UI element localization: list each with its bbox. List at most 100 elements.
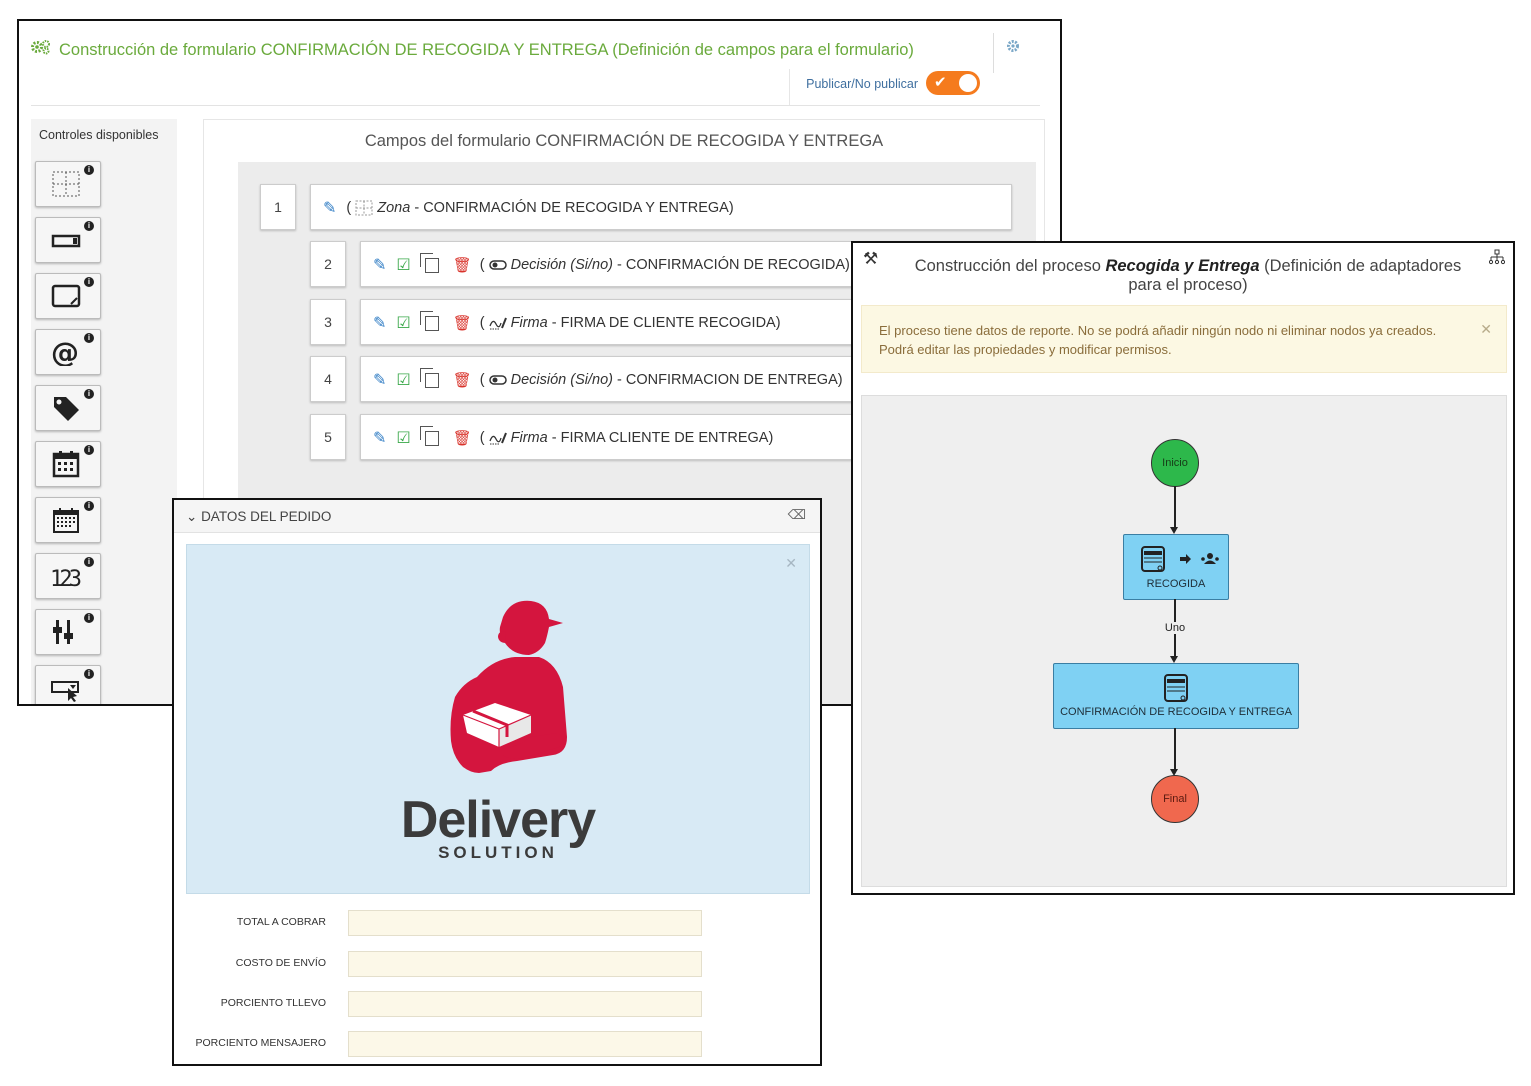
field-row[interactable]: ✎ ( Zona - CONFIRMACIÓN DE RECOGIDA Y EN… <box>310 184 1012 230</box>
close-icon[interactable]: ✕ <box>1480 320 1492 339</box>
control-textarea-button[interactable]: i <box>35 273 101 319</box>
delivery-banner-image: ✕ Delivery SOLUTION <box>186 544 810 894</box>
mobile-form-icon <box>1164 674 1188 702</box>
control-textbox-button[interactable]: i <box>35 217 101 263</box>
eraser-icon[interactable]: ⌫ <box>788 507 806 523</box>
settings-gear-icon[interactable] <box>1006 39 1020 56</box>
field-name: CONFIRMACIÓN DE RECOGIDA Y ENTREGA) <box>423 200 734 216</box>
end-node[interactable]: Final <box>1151 775 1199 823</box>
edge-label: Uno <box>1158 622 1192 634</box>
copy-icon[interactable] <box>419 425 439 446</box>
edit-pencil-icon[interactable]: ✎ <box>373 370 386 390</box>
tllevo-percent-input[interactable] <box>348 991 702 1017</box>
start-node[interactable]: Inicio <box>1151 439 1199 487</box>
svg-text:123: 123 <box>50 567 82 590</box>
header-divider <box>993 33 994 73</box>
edit-pencil-icon[interactable]: ✎ <box>373 428 386 448</box>
edit-pencil-icon[interactable]: ✎ <box>373 313 386 333</box>
paren-open: ( <box>479 257 485 273</box>
info-icon[interactable]: i <box>84 669 94 679</box>
field-number: 4 <box>310 356 346 402</box>
copy-icon[interactable] <box>419 367 439 388</box>
task-label: RECOGIDA <box>1146 578 1206 590</box>
paren-open: ( <box>479 315 485 331</box>
publish-label: Publicar/No publicar <box>806 77 918 91</box>
field-name: FIRMA CLIENTE DE ENTREGA) <box>560 430 774 446</box>
control-select-button[interactable]: i <box>35 665 101 704</box>
form-fields-title: Campos del formulario CONFIRMACIÓN DE RE… <box>364 132 884 150</box>
field-label-mensajero: PORCIENTO MENSAJERO <box>195 1037 327 1049</box>
control-email-button[interactable]: @ i <box>35 329 101 375</box>
control-zone-button[interactable]: i <box>35 161 101 207</box>
sitemap-icon[interactable] <box>1488 249 1506 270</box>
field-number: 1 <box>260 184 296 230</box>
zone-icon <box>52 171 80 197</box>
close-icon[interactable]: ✕ <box>785 555 797 572</box>
slider-icon <box>53 620 73 644</box>
trash-icon[interactable]: 🗑 <box>453 371 472 389</box>
textarea-icon <box>51 284 81 308</box>
form-builder-header: Construcción de formulario CONFIRMACIÓN … <box>31 33 1040 106</box>
trash-icon[interactable]: 🗑 <box>453 314 472 332</box>
control-number-button[interactable]: 123 i <box>35 553 101 599</box>
order-panel-header[interactable]: ⌄ DATOS DEL PEDIDO ⌫ <box>174 500 820 533</box>
info-icon[interactable]: i <box>84 165 94 175</box>
control-tag-button[interactable]: i <box>35 385 101 431</box>
process-canvas[interactable]: Inicio RECOGIDA Uno CONFIRMACIÓN DE RECO… <box>861 395 1507 887</box>
info-icon[interactable]: i <box>84 445 94 455</box>
paren-open: ( <box>479 372 485 388</box>
process-builder-window: ⚒ Construcción del proceso Recogida y En… <box>851 241 1515 895</box>
task-label: CONFIRMACIÓN DE RECOGIDA Y ENTREGA <box>1060 706 1292 718</box>
info-icon[interactable]: i <box>84 277 94 287</box>
checkbox-check-icon[interactable]: ☑ <box>396 313 410 333</box>
checkbox-check-icon[interactable]: ☑ <box>396 428 410 448</box>
select-cursor-icon <box>51 681 79 702</box>
order-data-window: ⌄ DATOS DEL PEDIDO ⌫ ✕ Delivery SOLUTION… <box>172 498 822 1066</box>
info-icon[interactable]: i <box>84 557 94 567</box>
task-node-recogida[interactable]: RECOGIDA <box>1123 534 1229 600</box>
copy-icon[interactable] <box>419 310 439 331</box>
field-type: Decisión (Si/no) <box>510 372 613 388</box>
checkbox-check-icon[interactable]: ☑ <box>396 255 410 275</box>
field-type: Firma <box>510 430 548 446</box>
info-icon[interactable]: i <box>84 221 94 231</box>
field-name: CONFIRMACION DE ENTREGA) <box>625 372 843 388</box>
shipping-cost-input[interactable] <box>348 951 702 977</box>
info-icon[interactable]: i <box>84 501 94 511</box>
edit-pencil-icon[interactable]: ✎ <box>323 198 336 218</box>
chevron-down-icon: ⌄ <box>186 509 202 524</box>
tools-icon[interactable]: ⚒ <box>863 249 878 269</box>
warning-alert: El proceso tiene datos de reporte. No se… <box>861 305 1507 373</box>
signature-icon <box>489 317 507 330</box>
messenger-percent-input[interactable] <box>348 1031 702 1057</box>
field-label-costo: COSTO DE ENVÍO <box>235 957 326 969</box>
signature-icon <box>489 432 507 445</box>
dash-separator: - <box>612 372 626 388</box>
info-icon[interactable]: i <box>84 613 94 623</box>
mobile-form-icon <box>1141 546 1219 572</box>
email-at-icon: @ <box>51 338 79 366</box>
task-node-confirmacion[interactable]: CONFIRMACIÓN DE RECOGIDA Y ENTREGA <box>1053 663 1299 729</box>
process-title-prefix: Construcción del proceso <box>914 257 1106 275</box>
edge-line <box>1174 728 1176 770</box>
field-label-tllevo: PORCIENTO TLLEVO <box>220 997 326 1009</box>
toggle-knob <box>959 74 977 92</box>
publish-toggle[interactable]: ✔ <box>926 71 980 95</box>
total-input[interactable] <box>348 910 702 936</box>
trash-icon[interactable]: 🗑 <box>453 256 472 274</box>
textbox-icon <box>51 234 81 248</box>
toggle-switch-icon <box>488 260 507 270</box>
dash-separator: - <box>547 430 561 446</box>
edit-pencil-icon[interactable]: ✎ <box>373 255 386 275</box>
control-calendar-button[interactable]: i <box>35 441 101 487</box>
info-icon[interactable]: i <box>84 333 94 343</box>
control-datetime-button[interactable]: i <box>35 497 101 543</box>
info-icon[interactable]: i <box>84 389 94 399</box>
checkbox-check-icon[interactable]: ☑ <box>396 370 410 390</box>
trash-icon[interactable]: 🗑 <box>453 429 472 447</box>
copy-icon[interactable] <box>419 252 439 273</box>
order-panel-title[interactable]: ⌄ DATOS DEL PEDIDO <box>186 509 331 525</box>
field-number: 3 <box>310 299 346 345</box>
dash-separator: - <box>410 200 424 216</box>
control-slider-button[interactable]: i <box>35 609 101 655</box>
